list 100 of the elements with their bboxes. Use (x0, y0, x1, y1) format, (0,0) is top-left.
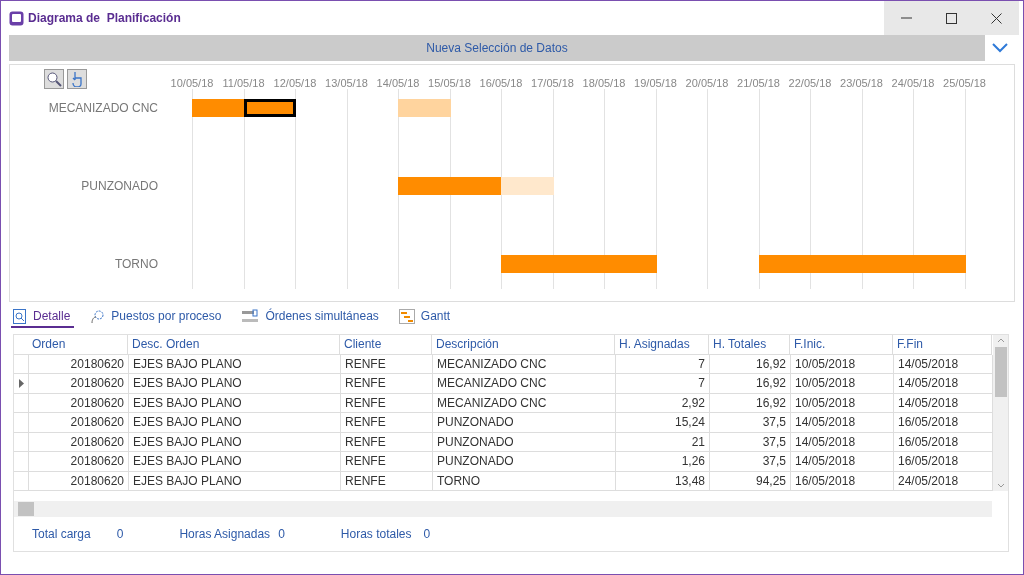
table-cell: MECANIZADO CNC (433, 393, 616, 413)
table-cell: PUNZONADO (433, 413, 616, 433)
date-label: 15/05/18 (428, 77, 471, 89)
table-cell: 15,24 (616, 413, 710, 433)
chevron-icon (992, 43, 1008, 53)
task-bar[interactable] (243, 99, 296, 117)
table-cell: 10/05/2018 (791, 354, 894, 374)
column-header[interactable]: H. Totales (709, 335, 790, 355)
table-cell: MECANIZADO CNC (433, 354, 616, 374)
close-icon (991, 12, 1002, 24)
date-label: 23/05/18 (840, 77, 883, 89)
date-label: 19/05/18 (634, 77, 677, 89)
table-cell: 20180620 (29, 354, 129, 374)
table-cell: EJES BAJO PLANO (129, 432, 341, 452)
machine-icon (241, 309, 260, 323)
table-cell: 21 (616, 432, 710, 452)
zoom-tool-button[interactable] (44, 69, 64, 89)
table-cell: RENFE (341, 354, 433, 374)
table-cell: TORNO (433, 471, 616, 491)
table-cell: RENFE (341, 393, 433, 413)
current-row-icon (18, 378, 24, 388)
table-cell: 20180620 (29, 393, 129, 413)
date-label: 25/05/18 (943, 77, 986, 89)
table-cell: RENFE (341, 413, 433, 433)
tab[interactable]: Órdenes simultáneas (239, 309, 383, 327)
table-cell: EJES BAJO PLANO (129, 413, 341, 433)
table-cell: 20180620 (29, 432, 129, 452)
hand-tool-button[interactable] (67, 69, 87, 89)
table-cell: RENFE (341, 452, 433, 472)
table-cell: 37,5 (710, 452, 791, 472)
date-label: 22/05/18 (788, 77, 832, 89)
table-cell: 14/05/2018 (791, 413, 894, 433)
table-cell: 7 (616, 354, 710, 374)
table-cell: 2,92 (616, 393, 710, 413)
gear-icon (90, 308, 106, 324)
date-label: 21/05/18 (737, 77, 780, 89)
column-header[interactable]: Cliente (340, 335, 432, 355)
column-header[interactable]: Orden (28, 335, 128, 355)
table-cell: 16/05/2018 (791, 471, 894, 491)
date-label: 17/05/18 (531, 77, 574, 89)
new-selection-bar[interactable]: Nueva Selección de Datos (9, 35, 985, 61)
table-cell: 20180620 (29, 413, 129, 433)
table-cell: 37,5 (710, 432, 791, 452)
table-cell: 16,92 (710, 393, 791, 413)
magnifier-icon (46, 71, 62, 87)
table-cell: 14/05/2018 (791, 452, 894, 472)
table-cell: 20180620 (29, 452, 129, 472)
table-cell: PUNZONADO (433, 452, 616, 472)
table-cell: 1,26 (616, 452, 710, 472)
minimize-icon (901, 17, 912, 19)
lane-label: PUNZONADO (80, 179, 158, 193)
total-value: 0 (116, 527, 124, 541)
date-label: 16/05/18 (479, 77, 523, 89)
table-cell: 16,92 (710, 374, 791, 394)
table-cell: 7 (616, 374, 710, 394)
row-header[interactable] (14, 374, 29, 394)
table-cell: 94,25 (710, 471, 791, 491)
column-header[interactable]: F.Fin (893, 335, 992, 355)
column-header[interactable]: H. Asignadas (615, 335, 709, 355)
table-cell: 37,5 (710, 413, 791, 433)
column-header[interactable]: F.Inic. (790, 335, 893, 355)
total-value: 0 (423, 527, 431, 541)
app-icon (9, 10, 24, 26)
table-cell: EJES BAJO PLANO (129, 452, 341, 472)
total-label: Horas Asignadas (179, 527, 271, 541)
table-cell: 16,92 (710, 354, 791, 374)
window-title: Diagrama de Planificación (28, 11, 182, 25)
table-cell: PUNZONADO (433, 432, 616, 452)
table-cell: MECANIZADO CNC (433, 374, 616, 394)
date-label: 24/05/18 (891, 77, 935, 89)
date-label: 12/05/18 (273, 77, 317, 89)
tab[interactable]: Puestos por proceso (88, 308, 226, 328)
date-label: 18/05/18 (582, 77, 626, 89)
tab[interactable]: Detalle (11, 308, 75, 328)
horizontal-scrollbar[interactable] (14, 501, 992, 517)
tab[interactable]: Gantt (396, 308, 455, 328)
table-cell: RENFE (341, 374, 433, 394)
date-label: 13/05/18 (325, 77, 368, 89)
table-cell: EJES BAJO PLANO (129, 471, 341, 491)
date-label: 10/05/18 (170, 77, 214, 89)
table-cell: RENFE (341, 471, 433, 491)
lane-label: MECANIZADO CNC (47, 101, 158, 115)
column-header[interactable]: Descripción (432, 335, 615, 355)
pointing-hand-icon (70, 71, 84, 87)
date-label: 11/05/18 (222, 77, 265, 89)
table-cell: RENFE (341, 432, 433, 452)
date-label: 20/05/18 (685, 77, 729, 89)
table-cell: 10/05/2018 (791, 374, 894, 394)
maximize-icon (946, 12, 957, 24)
total-value: 0 (278, 527, 285, 541)
document-search-icon (13, 308, 27, 324)
table-cell: 14/05/2018 (791, 432, 894, 452)
table-cell: 20180620 (29, 374, 129, 394)
total-label: Horas totales (340, 527, 412, 541)
lane-label: TORNO (113, 257, 158, 271)
table-cell: 13,48 (616, 471, 710, 491)
gantt-chart-icon (398, 308, 415, 324)
vertical-scrollbar[interactable] (993, 335, 1008, 491)
table-cell: EJES BAJO PLANO (129, 374, 341, 394)
column-header[interactable]: Desc. Orden (128, 335, 340, 355)
